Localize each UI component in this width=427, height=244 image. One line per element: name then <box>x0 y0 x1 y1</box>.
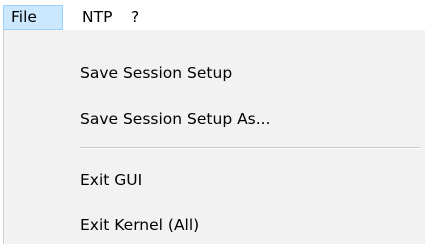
menu-item-save-session-setup[interactable]: Save Session Setup <box>4 54 424 92</box>
menu-bar: File NTP ? <box>0 0 427 34</box>
file-dropdown-menu: Save Session Setup Save Session Setup As… <box>3 30 425 244</box>
menu-ntp[interactable]: NTP <box>76 5 118 30</box>
menu-item-exit-gui[interactable]: Exit GUI <box>4 161 424 199</box>
menu-separator <box>80 147 420 149</box>
menu-file[interactable]: File <box>3 5 63 30</box>
menu-item-exit-kernel-all[interactable]: Exit Kernel (All) <box>4 206 424 244</box>
menu-help[interactable]: ? <box>125 5 145 30</box>
menu-item-save-session-setup-as[interactable]: Save Session Setup As... <box>4 100 424 138</box>
